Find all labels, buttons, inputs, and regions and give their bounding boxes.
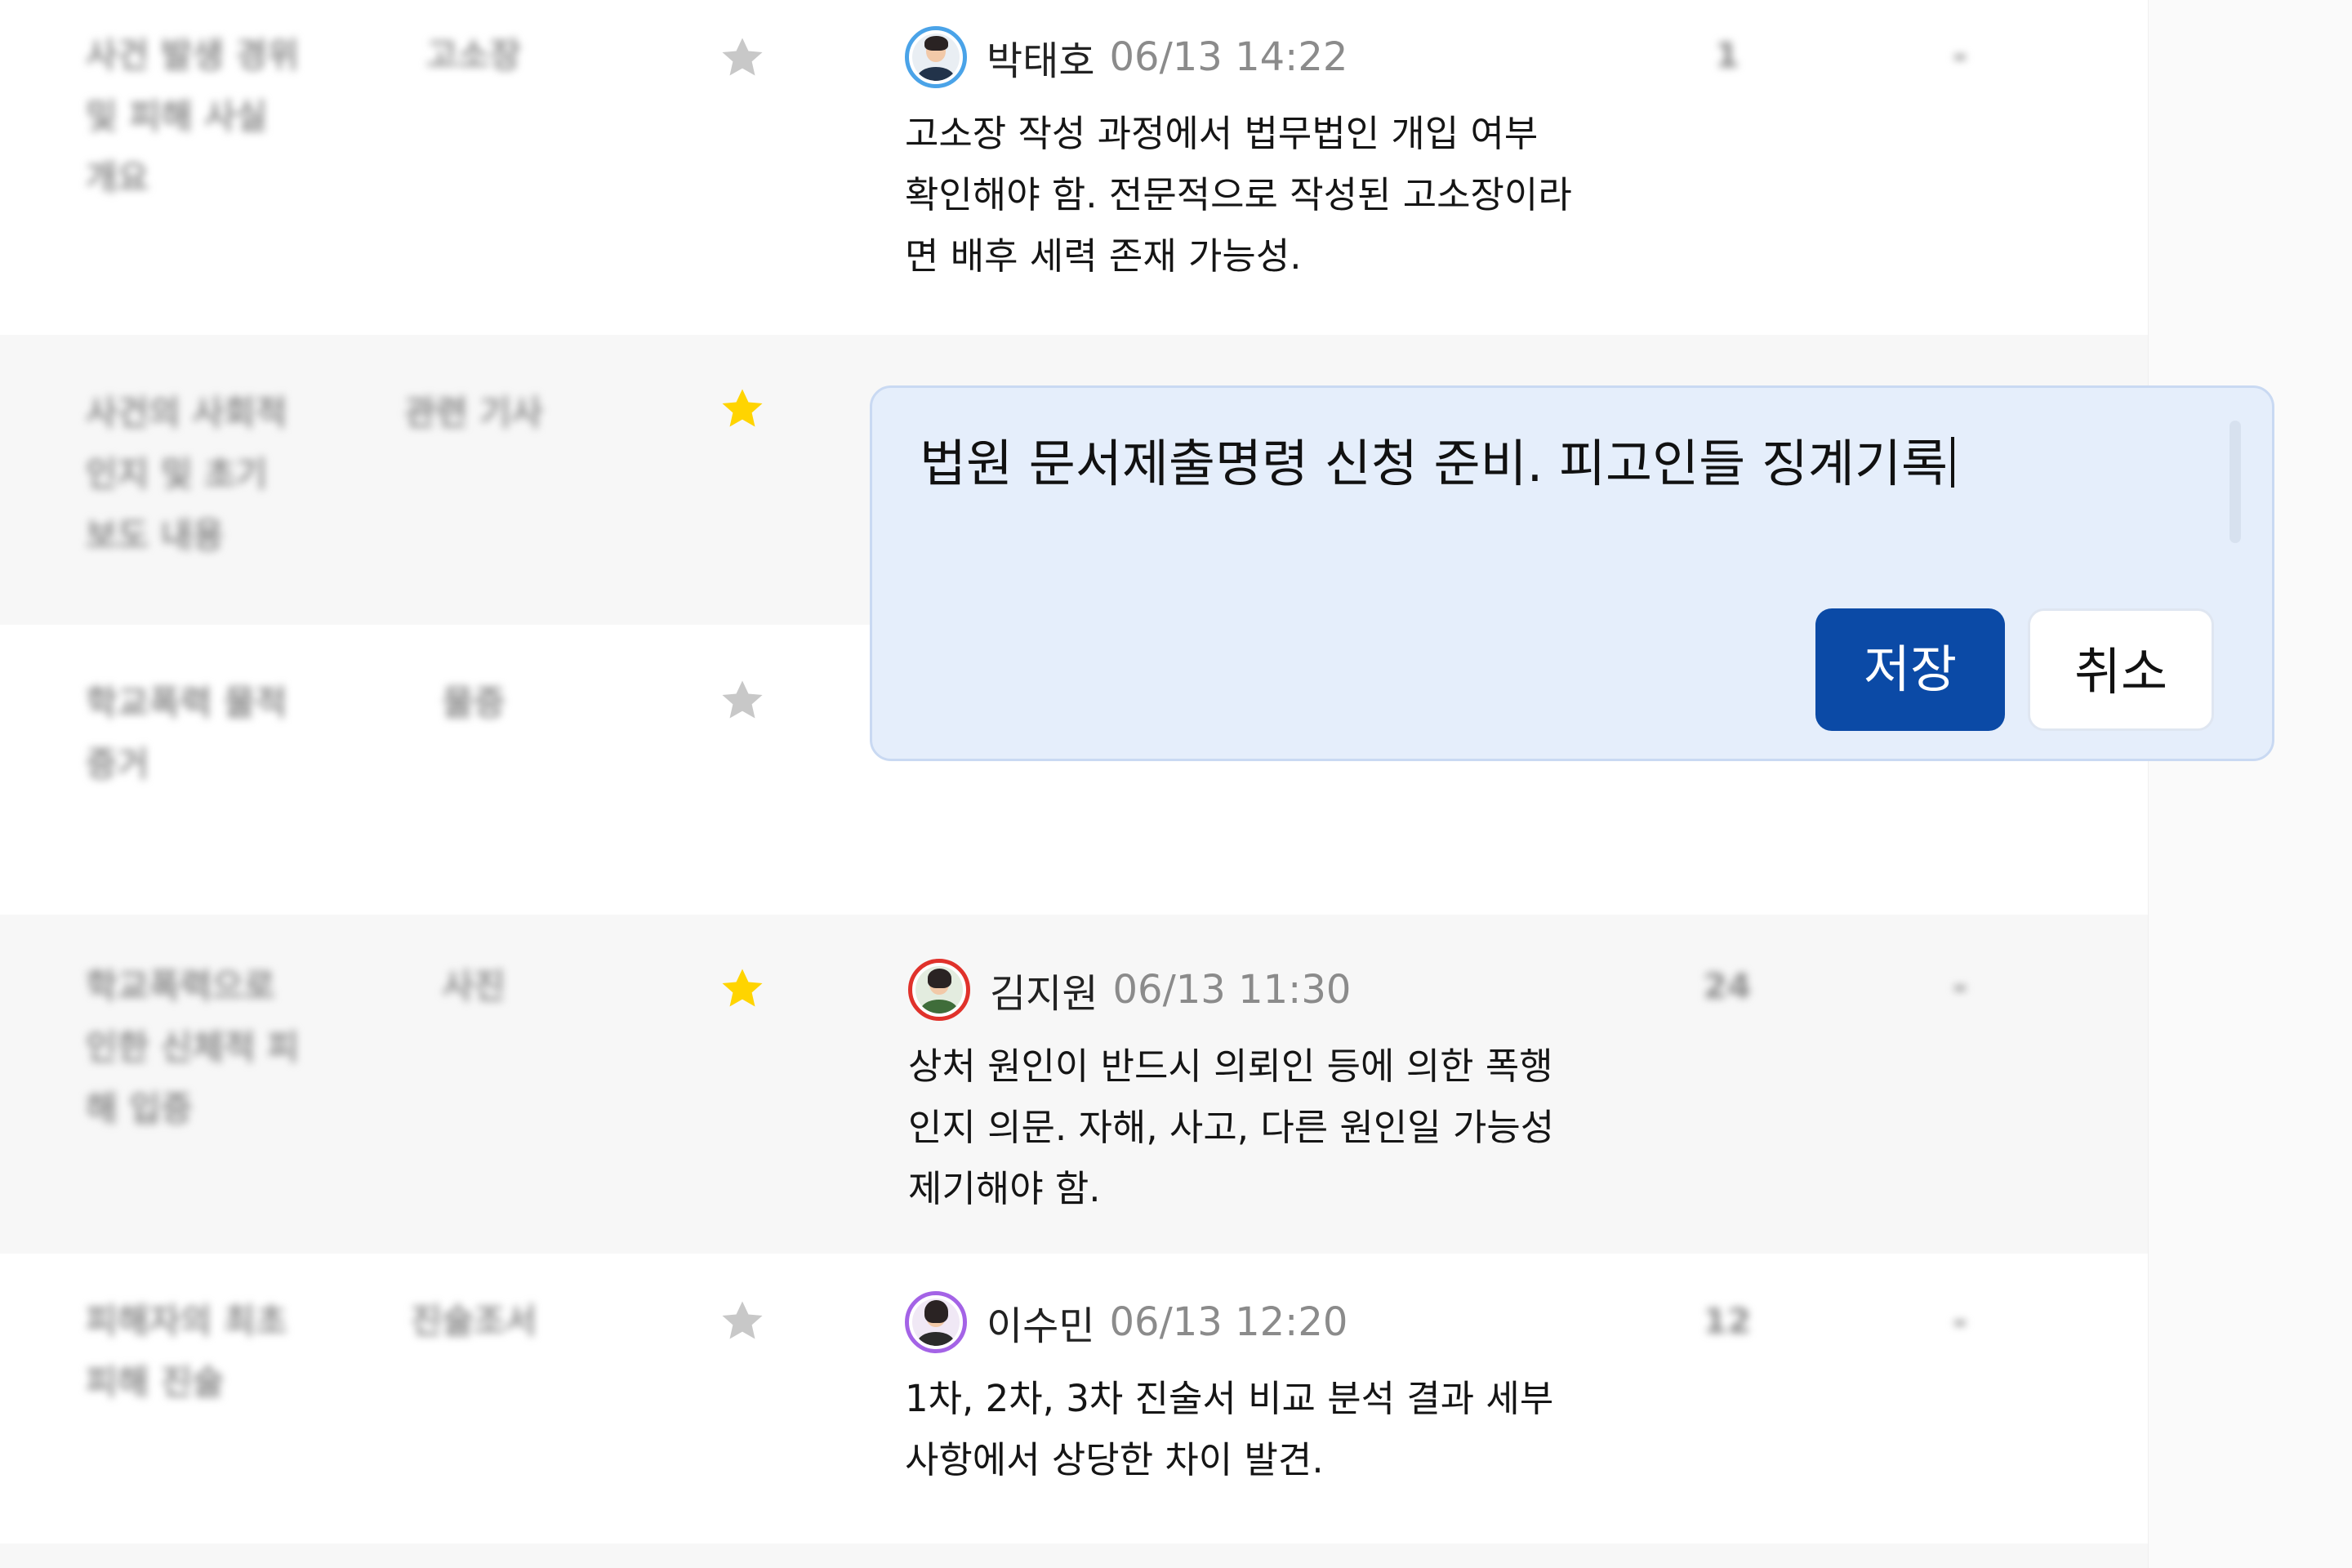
- evidence-type: 관련 기사: [404, 393, 543, 433]
- comment-author: 박태호: [987, 38, 1095, 84]
- comment-block: 박태호 06/13 14:22 고소장 작성 과정에서 법무법인 개입 여부 확…: [905, 23, 1575, 287]
- comment-time: 06/13 12:20: [1109, 1299, 1348, 1345]
- star-icon[interactable]: [717, 675, 768, 726]
- user-avatar: [905, 26, 967, 88]
- star-icon[interactable]: [717, 964, 768, 1014]
- save-button[interactable]: 저장: [1815, 608, 2005, 731]
- evidence-description: 학교폭력으로 인한 신체적 피해 입증: [86, 966, 300, 1129]
- comment-author: 김지원: [990, 971, 1098, 1017]
- attachment-count: 1: [1715, 35, 1740, 75]
- cancel-button[interactable]: 취소: [2028, 608, 2214, 731]
- table-row: [0, 1544, 2148, 1568]
- text-caret: [1951, 437, 1955, 488]
- user-avatar: [905, 1291, 967, 1353]
- evidence-description: 학교폭력 물적 증거: [86, 683, 287, 784]
- extra-value: -: [1953, 35, 1967, 75]
- comment-author: 이수민: [987, 1303, 1095, 1349]
- comment-text: 1차, 2차, 3차 진술서 비교 분석 결과 세부 사항에서 상당한 차이 발…: [905, 1377, 1554, 1481]
- evidence-description: 사건의 사회적 인지 및 초기 보도 내용: [86, 393, 287, 555]
- evidence-table: 사건 발생 경위 및 피해 사실 개요 고소장 박태호 06/13 14:22 …: [0, 0, 2148, 1568]
- extra-value: -: [1953, 966, 1967, 1006]
- table-row: 학교폭력으로 인한 신체적 피해 입증 사진 김지원 06/13 11:30 상…: [0, 915, 2148, 1254]
- right-gutter: [2148, 0, 2352, 1568]
- attachment-count: 12: [1703, 1301, 1752, 1341]
- editor-scrollbar[interactable]: [2230, 421, 2241, 543]
- comment-text: 고소장 작성 과정에서 법무법인 개입 여부 확인해야 함. 전문적으로 작성된…: [905, 112, 1572, 278]
- evidence-type: 진술조서: [410, 1301, 537, 1341]
- star-icon[interactable]: [717, 384, 768, 434]
- evidence-description: 피해자의 최초 피해 진술: [86, 1301, 287, 1402]
- table-row: 사건 발생 경위 및 피해 사실 개요 고소장 박태호 06/13 14:22 …: [0, 0, 2148, 335]
- table-row: 피해자의 최초 피해 진술 진술조서 이수민 06/13 12:20 1차, 2…: [0, 1254, 2148, 1544]
- comment-block: 김지원 06/13 11:30 상처 원인이 반드시 의뢰인 등에 의한 폭행인…: [908, 956, 1578, 1219]
- evidence-type: 사진: [442, 966, 506, 1006]
- comment-block: 이수민 06/13 12:20 1차, 2차, 3차 진술서 비교 분석 결과 …: [905, 1288, 1575, 1490]
- user-avatar: [908, 959, 970, 1021]
- comment-text: 상처 원인이 반드시 의뢰인 등에 의한 폭행인지 의문. 자해, 사고, 다른…: [908, 1045, 1555, 1210]
- evidence-type: 물증: [442, 683, 506, 723]
- comment-input-value: 법원 문서제출명령 신청 준비. 피고인들 징계기록: [920, 434, 1949, 493]
- star-icon[interactable]: [717, 1296, 768, 1347]
- comment-time: 06/13 11:30: [1112, 967, 1352, 1013]
- star-icon[interactable]: [717, 33, 768, 83]
- comment-editor: 법원 문서제출명령 신청 준비. 피고인들 징계기록 저장 취소: [870, 385, 2274, 761]
- evidence-type: 고소장: [426, 35, 521, 75]
- extra-value: -: [1953, 1301, 1967, 1341]
- evidence-description: 사건 발생 경위 및 피해 사실 개요: [86, 35, 300, 198]
- comment-time: 06/13 14:22: [1109, 34, 1348, 80]
- attachment-count: 24: [1703, 966, 1752, 1006]
- comment-input[interactable]: 법원 문서제출명령 신청 준비. 피고인들 징계기록: [920, 427, 1955, 501]
